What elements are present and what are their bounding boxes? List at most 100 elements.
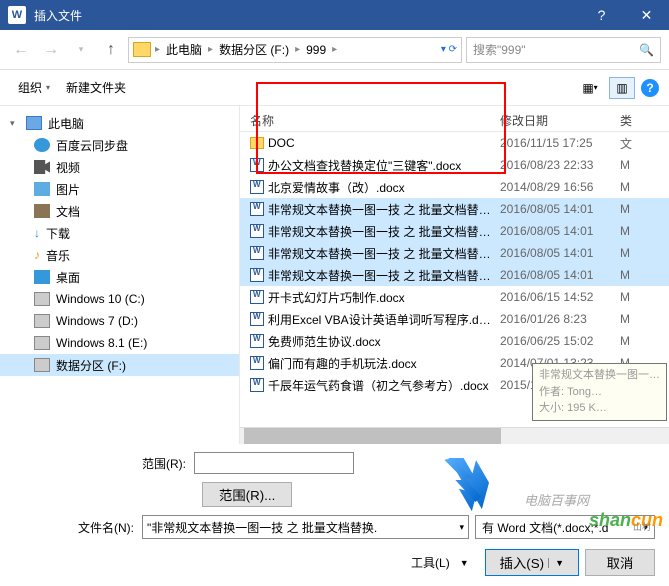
cancel-button[interactable]: 取消 bbox=[585, 549, 655, 576]
file-type: M bbox=[620, 224, 650, 238]
range-input[interactable] bbox=[194, 452, 354, 474]
range-label: 范围(R): bbox=[14, 455, 194, 472]
column-name[interactable]: 名称 bbox=[240, 112, 500, 131]
tree-item-label: 视频 bbox=[56, 159, 80, 176]
tree-item[interactable]: ♪ 音乐 bbox=[0, 244, 239, 266]
column-type[interactable]: 类 bbox=[620, 112, 650, 131]
tree-item[interactable]: Windows 8.1 (E:) bbox=[0, 332, 239, 354]
address-bar[interactable]: ▸ 此电脑 ▸ 数据分区 (F:) ▸ 999 ▸ ▾ ⟳ bbox=[128, 37, 462, 63]
chevron-icon: ▸ bbox=[293, 44, 302, 55]
file-date: 2014/08/29 16:56 bbox=[500, 180, 620, 194]
help-icon[interactable]: ? bbox=[641, 79, 659, 97]
file-date: 2016/08/05 14:01 bbox=[500, 202, 620, 216]
organize-menu[interactable]: 组织▾ bbox=[10, 75, 58, 100]
chevron-icon: ▸ bbox=[330, 44, 339, 55]
pic-icon bbox=[34, 182, 50, 196]
folder-icon bbox=[133, 42, 151, 57]
word-icon: W bbox=[8, 6, 26, 24]
drive-icon bbox=[34, 358, 50, 372]
up-button[interactable]: ↑ bbox=[98, 37, 124, 63]
file-row[interactable]: DOC2016/11/15 17:25文 bbox=[240, 132, 669, 154]
file-row[interactable]: 免费师范生协议.docx2016/06/25 15:02M bbox=[240, 330, 669, 352]
tree-item[interactable]: 桌面 bbox=[0, 266, 239, 288]
breadcrumb[interactable]: 999 bbox=[302, 43, 330, 57]
chevron-down-icon[interactable]: ▼ bbox=[548, 558, 564, 568]
file-date: 2016/08/05 14:01 bbox=[500, 246, 620, 260]
tree-item[interactable]: 数据分区 (F:) bbox=[0, 354, 239, 376]
watermark-sub: 山村 bbox=[633, 520, 651, 533]
file-type: 文 bbox=[620, 135, 650, 152]
recent-dropdown[interactable]: ▾ bbox=[68, 37, 94, 63]
breadcrumb[interactable]: 数据分区 (F:) bbox=[215, 41, 293, 58]
chevron-icon: ▸ bbox=[153, 44, 162, 55]
tree-item-label: Windows 7 (D:) bbox=[56, 314, 138, 328]
folder-icon bbox=[250, 137, 264, 149]
word-doc-icon bbox=[250, 290, 264, 304]
drive-icon bbox=[34, 314, 50, 328]
file-name: 北京爱情故事（改）.docx bbox=[268, 179, 405, 196]
breadcrumb[interactable]: 此电脑 bbox=[162, 41, 206, 58]
window-title: 插入文件 bbox=[34, 7, 579, 24]
view-details-button[interactable]: ▥ bbox=[609, 77, 635, 99]
view-thumbnails-button[interactable]: ▦▾ bbox=[577, 77, 603, 99]
file-name: DOC bbox=[268, 136, 295, 150]
file-name: 偏门而有趣的手机玩法.docx bbox=[268, 355, 417, 372]
word-doc-icon bbox=[250, 180, 264, 194]
file-row[interactable]: 办公文档查找替换定位"三键客".docx2016/08/23 22:33M bbox=[240, 154, 669, 176]
file-row[interactable]: 非常规文本替换一图一技 之 批量文档替…2016/08/05 14:01M bbox=[240, 264, 669, 286]
word-doc-icon bbox=[250, 312, 264, 326]
file-row[interactable]: 利用Excel VBA设计英语单词听写程序.d…2016/01/26 8:23M bbox=[240, 308, 669, 330]
tree-item[interactable]: 图片 bbox=[0, 178, 239, 200]
file-date: 2016/01/26 8:23 bbox=[500, 312, 620, 326]
file-date: 2016/08/05 14:01 bbox=[500, 268, 620, 282]
file-row[interactable]: 北京爱情故事（改）.docx2014/08/29 16:56M bbox=[240, 176, 669, 198]
word-doc-icon bbox=[250, 158, 264, 172]
tree-item[interactable]: 文档 bbox=[0, 200, 239, 222]
tree-item[interactable]: 视频 bbox=[0, 156, 239, 178]
forward-button[interactable]: → bbox=[38, 37, 64, 63]
tree-item[interactable]: Windows 10 (C:) bbox=[0, 288, 239, 310]
list-header[interactable]: 名称 修改日期 类 bbox=[240, 106, 669, 132]
tree-item-label: 音乐 bbox=[46, 247, 70, 264]
tree-item[interactable]: 百度云同步盘 bbox=[0, 134, 239, 156]
horizontal-scrollbar[interactable] bbox=[240, 427, 669, 444]
tools-menu[interactable]: 工具(L) bbox=[411, 554, 450, 571]
tree-item[interactable]: ▾此电脑 bbox=[0, 112, 239, 134]
range-button[interactable]: 范围(R)... bbox=[202, 482, 292, 507]
column-date[interactable]: 修改日期 bbox=[500, 112, 620, 131]
music-icon: ♪ bbox=[34, 248, 40, 262]
close-button[interactable]: ✕ bbox=[624, 0, 669, 30]
chevron-down-icon[interactable]: ▼ bbox=[460, 558, 469, 568]
help-button[interactable]: ? bbox=[579, 0, 624, 30]
file-type: M bbox=[620, 334, 650, 348]
file-type-filter[interactable]: 有 Word 文档(*.docx;*.d ▾ bbox=[475, 515, 655, 539]
tree-item-label: Windows 8.1 (E:) bbox=[56, 336, 147, 350]
filename-input[interactable]: "非常规文本替换一图一技 之 批量文档替换. ▾ bbox=[142, 515, 469, 539]
pc-icon bbox=[26, 116, 42, 130]
file-row[interactable]: 非常规文本替换一图一技 之 批量文档替…2016/08/05 14:01M bbox=[240, 220, 669, 242]
search-input[interactable]: 搜索"999" 🔍 bbox=[466, 37, 661, 63]
tree-item[interactable]: Windows 7 (D:) bbox=[0, 310, 239, 332]
insert-button[interactable]: 插入(S) ▼ bbox=[485, 549, 579, 576]
file-name: 开卡式幻灯片巧制作.docx bbox=[268, 289, 405, 306]
new-folder-button[interactable]: 新建文件夹 bbox=[58, 75, 134, 100]
desk-icon bbox=[34, 270, 50, 284]
tree-item-label: 百度云同步盘 bbox=[56, 137, 128, 154]
file-name: 利用Excel VBA设计英语单词听写程序.d… bbox=[268, 311, 491, 328]
expand-arrow-icon[interactable]: ▾ bbox=[10, 118, 20, 129]
file-name: 非常规文本替换一图一技 之 批量文档替… bbox=[268, 223, 491, 240]
word-doc-icon bbox=[250, 268, 264, 282]
file-row[interactable]: 非常规文本替换一图一技 之 批量文档替…2016/08/05 14:01M bbox=[240, 198, 669, 220]
back-button[interactable]: ← bbox=[8, 37, 34, 63]
tree-item-label: 图片 bbox=[56, 181, 80, 198]
file-date: 2016/08/23 22:33 bbox=[500, 158, 620, 172]
file-row[interactable]: 开卡式幻灯片巧制作.docx2016/06/15 14:52M bbox=[240, 286, 669, 308]
word-doc-icon bbox=[250, 202, 264, 216]
word-doc-icon bbox=[250, 334, 264, 348]
refresh-dropdown[interactable]: ▾ ⟳ bbox=[441, 44, 457, 55]
chevron-down-icon[interactable]: ▾ bbox=[459, 522, 464, 533]
file-row[interactable]: 非常规文本替换一图一技 之 批量文档替…2016/08/05 14:01M bbox=[240, 242, 669, 264]
folder-tree[interactable]: ▾此电脑百度云同步盘视频图片文档↓下载 ♪ 音乐桌面Windows 10 (C:) W… bbox=[0, 106, 240, 444]
tree-item[interactable]: ↓下载 bbox=[0, 222, 239, 244]
word-doc-icon bbox=[250, 378, 264, 392]
